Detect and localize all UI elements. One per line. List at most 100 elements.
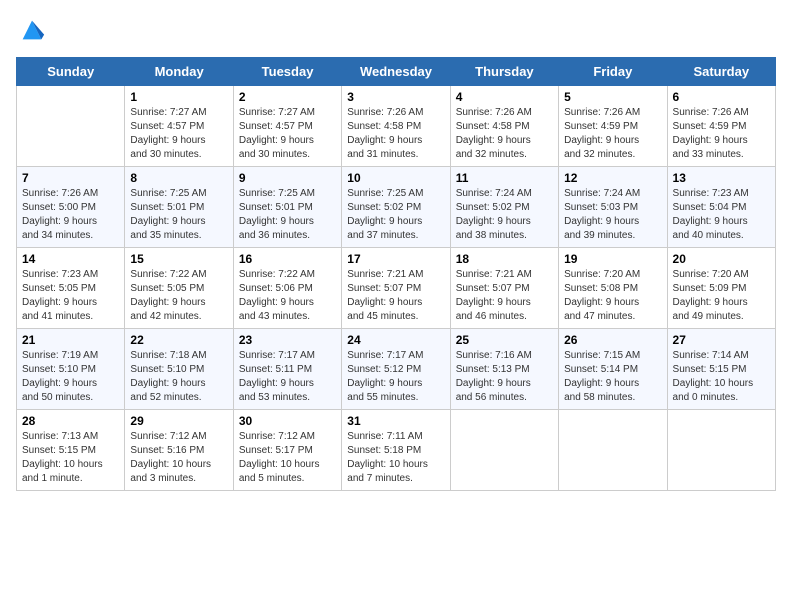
day-info: Sunrise: 7:17 AM Sunset: 5:12 PM Dayligh… [347,349,444,405]
day-info: Sunrise: 7:26 AM Sunset: 4:58 PM Dayligh… [347,106,444,162]
day-number: 31 [347,414,444,428]
day-number: 22 [130,333,227,347]
day-number: 18 [456,252,553,266]
calendar-cell: 1 Sunrise: 7:27 AM Sunset: 4:57 PM Daylig… [125,86,233,167]
calendar-cell: 15 Sunrise: 7:22 AM Sunset: 5:05 PM Dayli… [125,248,233,329]
calendar-cell: 3 Sunrise: 7:26 AM Sunset: 4:58 PM Daylig… [342,86,450,167]
calendar-cell [450,410,558,491]
day-header-wednesday: Wednesday [342,58,450,86]
day-header-saturday: Saturday [667,58,775,86]
day-info: Sunrise: 7:17 AM Sunset: 5:11 PM Dayligh… [239,349,336,405]
day-info: Sunrise: 7:11 AM Sunset: 5:18 PM Dayligh… [347,430,444,486]
day-number: 16 [239,252,336,266]
day-number: 15 [130,252,227,266]
day-header-sunday: Sunday [17,58,125,86]
day-info: Sunrise: 7:20 AM Sunset: 5:09 PM Dayligh… [673,268,770,324]
day-info: Sunrise: 7:13 AM Sunset: 5:15 PM Dayligh… [22,430,119,486]
day-info: Sunrise: 7:19 AM Sunset: 5:10 PM Dayligh… [22,349,119,405]
calendar-cell: 17 Sunrise: 7:21 AM Sunset: 5:07 PM Dayli… [342,248,450,329]
calendar-cell: 26 Sunrise: 7:15 AM Sunset: 5:14 PM Dayli… [559,329,667,410]
logo-icon [18,16,46,44]
day-info: Sunrise: 7:26 AM Sunset: 4:58 PM Dayligh… [456,106,553,162]
calendar-cell: 5 Sunrise: 7:26 AM Sunset: 4:59 PM Daylig… [559,86,667,167]
day-number: 19 [564,252,661,266]
calendar-week-row: 28 Sunrise: 7:13 AM Sunset: 5:15 PM Dayli… [17,410,776,491]
day-number: 8 [130,171,227,185]
calendar-cell: 22Sunrise: 7:18 AM Sunset: 5:10 PM Dayli… [125,329,233,410]
day-number: 20 [673,252,770,266]
day-number: 14 [22,252,119,266]
day-info: Sunrise: 7:24 AM Sunset: 5:02 PM Dayligh… [456,187,553,243]
day-number: 10 [347,171,444,185]
day-info: Sunrise: 7:21 AM Sunset: 5:07 PM Dayligh… [456,268,553,324]
day-info: Sunrise: 7:22 AM Sunset: 5:05 PM Dayligh… [130,268,227,324]
day-number: 24 [347,333,444,347]
calendar-cell: 4Sunrise: 7:26 AM Sunset: 4:58 PM Daylig… [450,86,558,167]
day-info: Sunrise: 7:15 AM Sunset: 5:14 PM Dayligh… [564,349,661,405]
day-info: Sunrise: 7:14 AM Sunset: 5:15 PM Dayligh… [673,349,770,405]
calendar-cell: 9 Sunrise: 7:25 AM Sunset: 5:01 PM Daylig… [233,167,341,248]
day-header-friday: Friday [559,58,667,86]
day-info: Sunrise: 7:25 AM Sunset: 5:01 PM Dayligh… [130,187,227,243]
calendar-cell: 30 Sunrise: 7:12 AM Sunset: 5:17 PM Dayli… [233,410,341,491]
day-number: 27 [673,333,770,347]
calendar-cell: 23 Sunrise: 7:17 AM Sunset: 5:11 PM Dayli… [233,329,341,410]
calendar-week-row: 21 Sunrise: 7:19 AM Sunset: 5:10 PM Dayli… [17,329,776,410]
day-info: Sunrise: 7:20 AM Sunset: 5:08 PM Dayligh… [564,268,661,324]
day-info: Sunrise: 7:22 AM Sunset: 5:06 PM Dayligh… [239,268,336,324]
calendar-table: SundayMondayTuesdayWednesdayThursdayFrid… [16,57,776,491]
calendar-cell: 10 Sunrise: 7:25 AM Sunset: 5:02 PM Dayli… [342,167,450,248]
calendar-cell: 21 Sunrise: 7:19 AM Sunset: 5:10 PM Dayli… [17,329,125,410]
day-info: Sunrise: 7:25 AM Sunset: 5:01 PM Dayligh… [239,187,336,243]
logo-text [16,16,46,49]
day-header-tuesday: Tuesday [233,58,341,86]
day-header-thursday: Thursday [450,58,558,86]
calendar-cell [559,410,667,491]
day-info: Sunrise: 7:12 AM Sunset: 5:17 PM Dayligh… [239,430,336,486]
calendar-cell: 29Sunrise: 7:12 AM Sunset: 5:16 PM Dayli… [125,410,233,491]
day-info: Sunrise: 7:26 AM Sunset: 4:59 PM Dayligh… [673,106,770,162]
day-info: Sunrise: 7:24 AM Sunset: 5:03 PM Dayligh… [564,187,661,243]
day-number: 25 [456,333,553,347]
calendar-cell [17,86,125,167]
day-info: Sunrise: 7:12 AM Sunset: 5:16 PM Dayligh… [130,430,227,486]
day-number: 11 [456,171,553,185]
day-info: Sunrise: 7:21 AM Sunset: 5:07 PM Dayligh… [347,268,444,324]
calendar-week-row: 14 Sunrise: 7:23 AM Sunset: 5:05 PM Dayli… [17,248,776,329]
day-number: 6 [673,90,770,104]
logo [16,16,46,49]
calendar-cell: 18 Sunrise: 7:21 AM Sunset: 5:07 PM Dayli… [450,248,558,329]
day-number: 5 [564,90,661,104]
calendar-cell: 8 Sunrise: 7:25 AM Sunset: 5:01 PM Daylig… [125,167,233,248]
calendar-week-row: 7 Sunrise: 7:26 AM Sunset: 5:00 PM Daylig… [17,167,776,248]
day-number: 30 [239,414,336,428]
day-number: 28 [22,414,119,428]
calendar-cell: 16 Sunrise: 7:22 AM Sunset: 5:06 PM Dayli… [233,248,341,329]
day-info: Sunrise: 7:26 AM Sunset: 5:00 PM Dayligh… [22,187,119,243]
calendar-cell: 14 Sunrise: 7:23 AM Sunset: 5:05 PM Dayli… [17,248,125,329]
calendar-cell: 7 Sunrise: 7:26 AM Sunset: 5:00 PM Daylig… [17,167,125,248]
calendar-cell: 12 Sunrise: 7:24 AM Sunset: 5:03 PM Dayli… [559,167,667,248]
day-header-monday: Monday [125,58,233,86]
day-number: 1 [130,90,227,104]
day-info: Sunrise: 7:27 AM Sunset: 4:57 PM Dayligh… [239,106,336,162]
day-info: Sunrise: 7:23 AM Sunset: 5:05 PM Dayligh… [22,268,119,324]
calendar-cell: 31 Sunrise: 7:11 AM Sunset: 5:18 PM Dayli… [342,410,450,491]
day-info: Sunrise: 7:26 AM Sunset: 4:59 PM Dayligh… [564,106,661,162]
day-number: 17 [347,252,444,266]
day-info: Sunrise: 7:27 AM Sunset: 4:57 PM Dayligh… [130,106,227,162]
day-number: 23 [239,333,336,347]
day-info: Sunrise: 7:25 AM Sunset: 5:02 PM Dayligh… [347,187,444,243]
calendar-cell [667,410,775,491]
day-number: 26 [564,333,661,347]
day-number: 7 [22,171,119,185]
day-number: 3 [347,90,444,104]
calendar-header-row: SundayMondayTuesdayWednesdayThursdayFrid… [17,58,776,86]
day-info: Sunrise: 7:23 AM Sunset: 5:04 PM Dayligh… [673,187,770,243]
day-number: 21 [22,333,119,347]
calendar-week-row: 1 Sunrise: 7:27 AM Sunset: 4:57 PM Daylig… [17,86,776,167]
calendar-cell: 13Sunrise: 7:23 AM Sunset: 5:04 PM Dayli… [667,167,775,248]
calendar-cell: 11 Sunrise: 7:24 AM Sunset: 5:02 PM Dayli… [450,167,558,248]
day-number: 9 [239,171,336,185]
day-number: 12 [564,171,661,185]
